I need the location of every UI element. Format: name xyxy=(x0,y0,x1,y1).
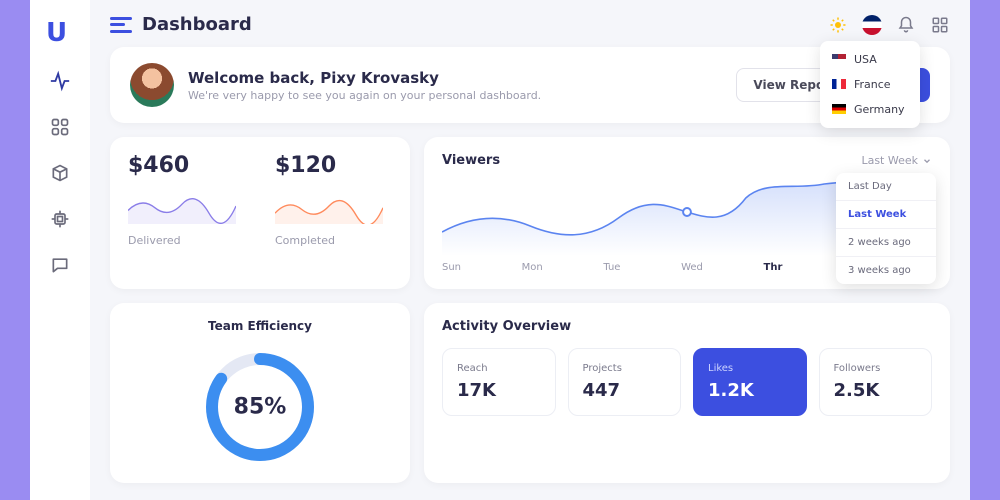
activity-label: Likes xyxy=(708,363,792,374)
logo: U xyxy=(46,18,74,46)
language-option-usa[interactable]: USA xyxy=(820,47,920,72)
nav-apps-icon[interactable] xyxy=(49,116,71,138)
menu-toggle-icon[interactable] xyxy=(110,17,132,33)
flag-us-icon xyxy=(832,54,846,64)
stat-value: $120 xyxy=(275,153,392,178)
language-label: USA xyxy=(854,53,877,66)
language-label: France xyxy=(854,78,891,91)
language-dropdown: USA France Germany xyxy=(820,41,920,128)
stats-card: $460 Delivered $120 Completed xyxy=(110,137,410,289)
grid-apps-icon[interactable] xyxy=(930,15,950,35)
main-content: Dashboard USA France Germany xyxy=(90,0,970,500)
team-efficiency-card: Team Efficiency 85% xyxy=(110,303,410,483)
axis-day: Thr xyxy=(764,262,783,273)
activity-title: Activity Overview xyxy=(442,319,932,334)
flag-fr-icon xyxy=(832,79,846,89)
range-option[interactable]: 2 weeks ago xyxy=(836,229,936,257)
activity-label: Projects xyxy=(583,363,667,374)
activity-value: 2.5K xyxy=(834,380,918,401)
nav-chat-icon[interactable] xyxy=(49,254,71,276)
activity-value: 1.2K xyxy=(708,380,792,401)
activity-projects[interactable]: Projects 447 xyxy=(568,348,682,416)
viewers-title: Viewers xyxy=(442,153,500,168)
chart-marker xyxy=(683,208,691,216)
chevron-down-icon xyxy=(922,156,932,166)
axis-day: Tue xyxy=(603,262,620,273)
flag-de-icon xyxy=(832,104,846,114)
team-title: Team Efficiency xyxy=(128,319,392,333)
language-option-france[interactable]: France xyxy=(820,72,920,97)
stat-value: $460 xyxy=(128,153,245,178)
delivered-sparkline xyxy=(128,188,236,224)
language-option-germany[interactable]: Germany xyxy=(820,97,920,122)
nav-database-icon[interactable] xyxy=(49,162,71,184)
nav-activity-icon[interactable] xyxy=(49,70,71,92)
stat-completed: $120 Completed xyxy=(275,153,392,273)
range-label: Last Week xyxy=(861,154,918,167)
activity-label: Reach xyxy=(457,363,541,374)
theme-sun-icon[interactable] xyxy=(828,15,848,35)
team-donut: 85% xyxy=(200,347,320,467)
avatar xyxy=(130,63,174,107)
range-option[interactable]: Last Week xyxy=(836,201,936,229)
team-percent: 85% xyxy=(234,395,287,420)
activity-likes[interactable]: Likes 1.2K xyxy=(693,348,807,416)
stat-label: Completed xyxy=(275,234,392,247)
activity-label: Followers xyxy=(834,363,918,374)
topbar: Dashboard USA France Germany xyxy=(110,14,950,35)
range-option[interactable]: 3 weeks ago xyxy=(836,257,936,284)
range-selector[interactable]: Last Week xyxy=(861,154,932,167)
range-dropdown: Last Day Last Week 2 weeks ago 3 weeks a… xyxy=(836,173,936,284)
stat-label: Delivered xyxy=(128,234,245,247)
nav-chip-icon[interactable] xyxy=(49,208,71,230)
notifications-bell-icon[interactable] xyxy=(896,15,916,35)
activity-followers[interactable]: Followers 2.5K xyxy=(819,348,933,416)
activity-card: Activity Overview Reach 17K Projects 447… xyxy=(424,303,950,483)
stat-delivered: $460 Delivered xyxy=(128,153,245,273)
activity-value: 17K xyxy=(457,380,541,401)
axis-day: Sun xyxy=(442,262,461,273)
language-flag-icon[interactable] xyxy=(862,15,882,35)
completed-sparkline xyxy=(275,188,383,224)
viewers-card: Viewers Last Week Last Day Last Week 2 w… xyxy=(424,137,950,289)
page-title: Dashboard xyxy=(142,14,252,35)
axis-day: Mon xyxy=(522,262,543,273)
range-option[interactable]: Last Day xyxy=(836,173,936,201)
welcome-sub: We're very happy to see you again on you… xyxy=(188,89,541,102)
language-label: Germany xyxy=(854,103,905,116)
axis-day: Wed xyxy=(681,262,703,273)
welcome-heading: Welcome back, Pixy Krovasky xyxy=(188,69,541,87)
sidebar: U xyxy=(30,0,90,500)
activity-value: 447 xyxy=(583,380,667,401)
activity-reach[interactable]: Reach 17K xyxy=(442,348,556,416)
